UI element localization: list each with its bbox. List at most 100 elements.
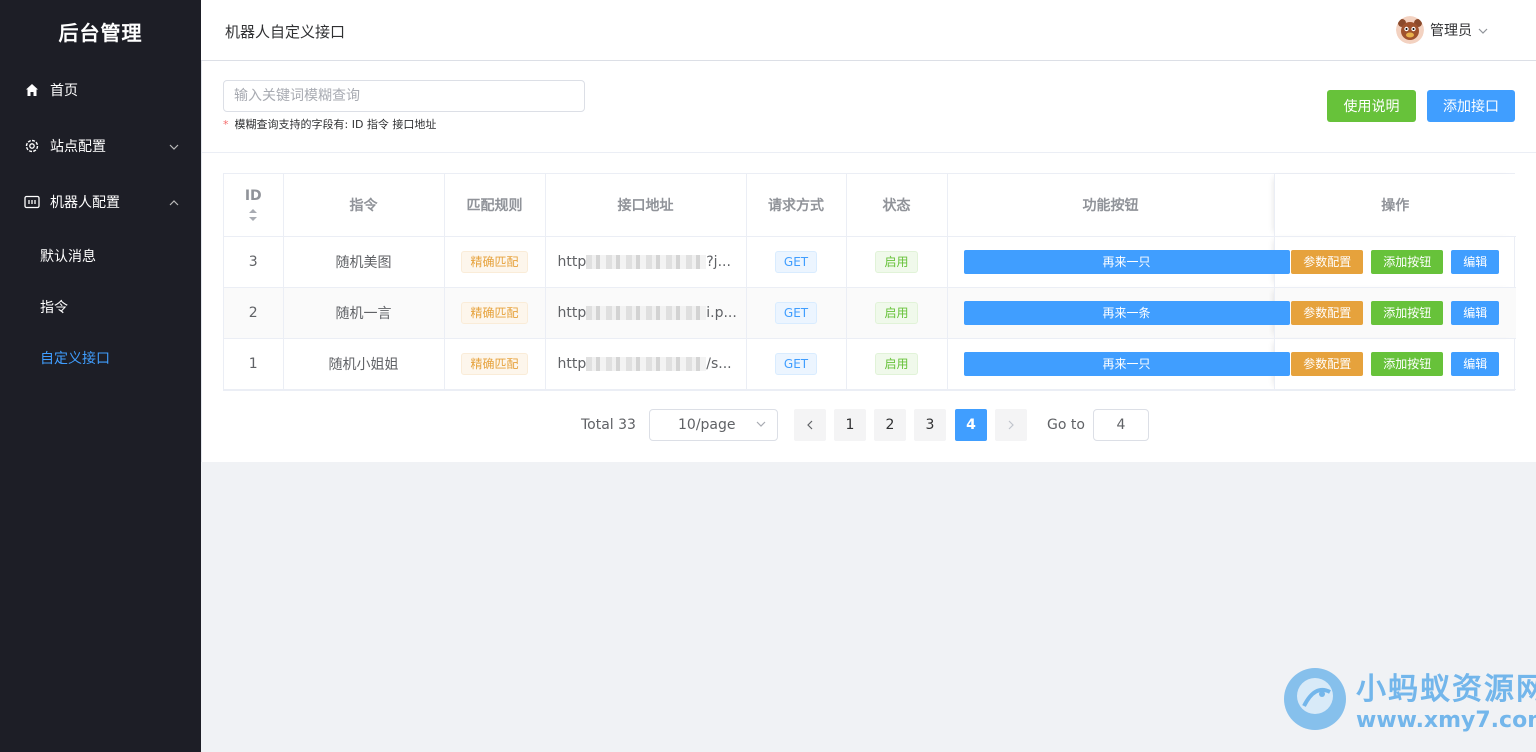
table-row: 3 随机美图 精确匹配 http ?j... GET 启用 再来一只 参数配置 添加… <box>224 236 1516 288</box>
chevron-down-icon <box>1478 22 1488 38</box>
sidebar: 后台管理 首页 站点配置 机器人配置 默认消息 指令 自定义接口 <box>0 0 201 752</box>
add-button-button[interactable]: 添加按钮 <box>1371 249 1444 274</box>
status-tag: 启用 <box>875 250 918 273</box>
avatar <box>1396 16 1424 44</box>
sidebar-subitem-default-message[interactable]: 默认消息 <box>0 230 201 281</box>
cell-id: 3 <box>224 236 284 288</box>
cell-actions: 参数配置 添加按钮 编辑 <box>1274 236 1516 288</box>
sidebar-item-robot-config[interactable]: 机器人配置 <box>0 174 201 230</box>
pagination-total: Total 33 <box>581 417 636 433</box>
watermark: 小蚂蚁资源网 www.xmy7.com <box>1282 664 1536 733</box>
match-rule-tag: 精确匹配 <box>461 301 528 324</box>
cell-id: 2 <box>224 287 284 339</box>
function-button-preview[interactable]: 再来一只 <box>963 351 1290 376</box>
edit-button[interactable]: 编辑 <box>1451 249 1500 274</box>
cell-command: 随机小姐姐 <box>283 338 445 390</box>
sidebar-subitem-custom-api[interactable]: 自定义接口 <box>0 332 201 383</box>
search-hint: * 模糊查询支持的字段有: ID 指令 接口地址 <box>223 116 436 132</box>
table-row: 2 随机一言 精确匹配 http i.p... GET 启用 再来一条 参数配置添… <box>224 287 1516 339</box>
cell-status: 启用 <box>846 236 948 288</box>
page-button[interactable]: 3 <box>914 409 946 441</box>
cell-url: http/s... <box>545 338 747 390</box>
chevron-down-icon <box>169 138 179 154</box>
page-title: 机器人自定义接口 <box>225 23 346 41</box>
watermark-logo-icon <box>1284 667 1346 730</box>
cell-match-rule: 精确匹配 <box>444 236 546 288</box>
sidebar-item-label: 机器人配置 <box>50 195 120 211</box>
next-page-button[interactable] <box>995 409 1027 441</box>
cell-id: 1 <box>224 338 284 390</box>
chevron-right-icon <box>1008 420 1014 430</box>
gear-icon <box>24 138 40 154</box>
cell-method: GET <box>746 236 847 288</box>
cell-method: GET <box>746 338 847 390</box>
usage-guide-button[interactable]: 使用说明 <box>1327 90 1416 122</box>
prev-page-button[interactable] <box>794 409 826 441</box>
watermark-url: www.xmy7.com <box>1356 708 1536 733</box>
add-button-button[interactable]: 添加按钮 <box>1371 351 1444 376</box>
chevron-left-icon <box>807 420 813 430</box>
pagination: Total 33 10/page 1 2 3 4 Go to <box>202 409 1536 441</box>
column-header-command: 指令 <box>283 174 445 237</box>
method-tag: GET <box>774 352 818 375</box>
param-config-button[interactable]: 参数配置 <box>1291 300 1364 325</box>
column-header-method: 请求方式 <box>746 174 847 237</box>
function-button-preview[interactable]: 再来一条 <box>963 300 1290 325</box>
column-header-actions: 操作 <box>1274 174 1516 237</box>
column-header-match-rule: 匹配规则 <box>444 174 546 237</box>
param-config-button[interactable]: 参数配置 <box>1291 351 1364 376</box>
cell-method: GET <box>746 287 847 339</box>
cell-function-button: 再来一只 <box>947 338 1290 390</box>
cell-function-button: 再来一条 <box>947 287 1290 339</box>
table-header-row: ID 指令 匹配规则 接口地址 请求方式 状态 功能按钮 操作 <box>224 174 1516 237</box>
page-button[interactable]: 2 <box>874 409 906 441</box>
top-header: 机器人自定义接口 管理员 <box>201 0 1536 61</box>
status-tag: 启用 <box>875 301 918 324</box>
goto-page-input[interactable] <box>1093 409 1149 441</box>
goto-label: Go to <box>1047 417 1085 433</box>
match-rule-tag: 精确匹配 <box>461 352 528 375</box>
param-config-button[interactable]: 参数配置 <box>1291 249 1364 274</box>
cell-url: http i.p... <box>545 287 747 339</box>
sort-icon[interactable] <box>248 208 258 222</box>
cell-status: 启用 <box>846 287 948 339</box>
cell-url: http ?j... <box>545 236 747 288</box>
chevron-down-icon <box>755 418 767 434</box>
sidebar-item-label: 站点配置 <box>50 139 106 155</box>
user-menu[interactable]: 管理员 <box>1396 16 1488 44</box>
sidebar-subitem-commands[interactable]: 指令 <box>0 281 201 332</box>
sidebar-item-label: 首页 <box>50 83 78 99</box>
method-tag: GET <box>774 250 818 273</box>
add-button-button[interactable]: 添加按钮 <box>1371 300 1444 325</box>
page-button-current[interactable]: 4 <box>955 409 987 441</box>
edit-button[interactable]: 编辑 <box>1451 300 1500 325</box>
match-rule-tag: 精确匹配 <box>461 250 528 273</box>
status-tag: 启用 <box>875 352 918 375</box>
cell-function-button: 再来一只 <box>947 236 1290 288</box>
sidebar-item-site-config[interactable]: 站点配置 <box>0 118 201 174</box>
add-api-button[interactable]: 添加接口 <box>1427 90 1515 122</box>
edit-button[interactable]: 编辑 <box>1451 351 1500 376</box>
column-header-status: 状态 <box>846 174 948 237</box>
cell-command: 随机美图 <box>283 236 445 288</box>
page-button[interactable]: 1 <box>834 409 866 441</box>
redacted-url <box>586 305 707 320</box>
sidebar-item-home[interactable]: 首页 <box>0 62 201 118</box>
table-row: 1 随机小姐姐 精确匹配 http/s... GET 启用 再来一只 参数配置添… <box>224 338 1516 390</box>
cell-command: 随机一言 <box>283 287 445 339</box>
cell-actions: 参数配置 添加按钮 编辑 <box>1274 338 1516 390</box>
watermark-text: 小蚂蚁资源网 www.xmy7.com <box>1356 664 1536 733</box>
column-header-id[interactable]: ID <box>224 174 284 237</box>
cell-status: 启用 <box>846 338 948 390</box>
search-input[interactable] <box>223 80 585 112</box>
page-size-select[interactable]: 10/page <box>649 409 778 441</box>
cell-actions: 参数配置 添加按钮 编辑 <box>1274 287 1516 339</box>
divider <box>202 152 1536 153</box>
user-name: 管理员 <box>1430 23 1472 39</box>
cell-match-rule: 精确匹配 <box>444 338 546 390</box>
sidebar-brand: 后台管理 <box>58 20 143 45</box>
robot-icon <box>24 194 40 210</box>
watermark-title: 小蚂蚁资源网 <box>1356 672 1536 707</box>
method-tag: GET <box>774 301 818 324</box>
function-button-preview[interactable]: 再来一只 <box>963 249 1290 274</box>
